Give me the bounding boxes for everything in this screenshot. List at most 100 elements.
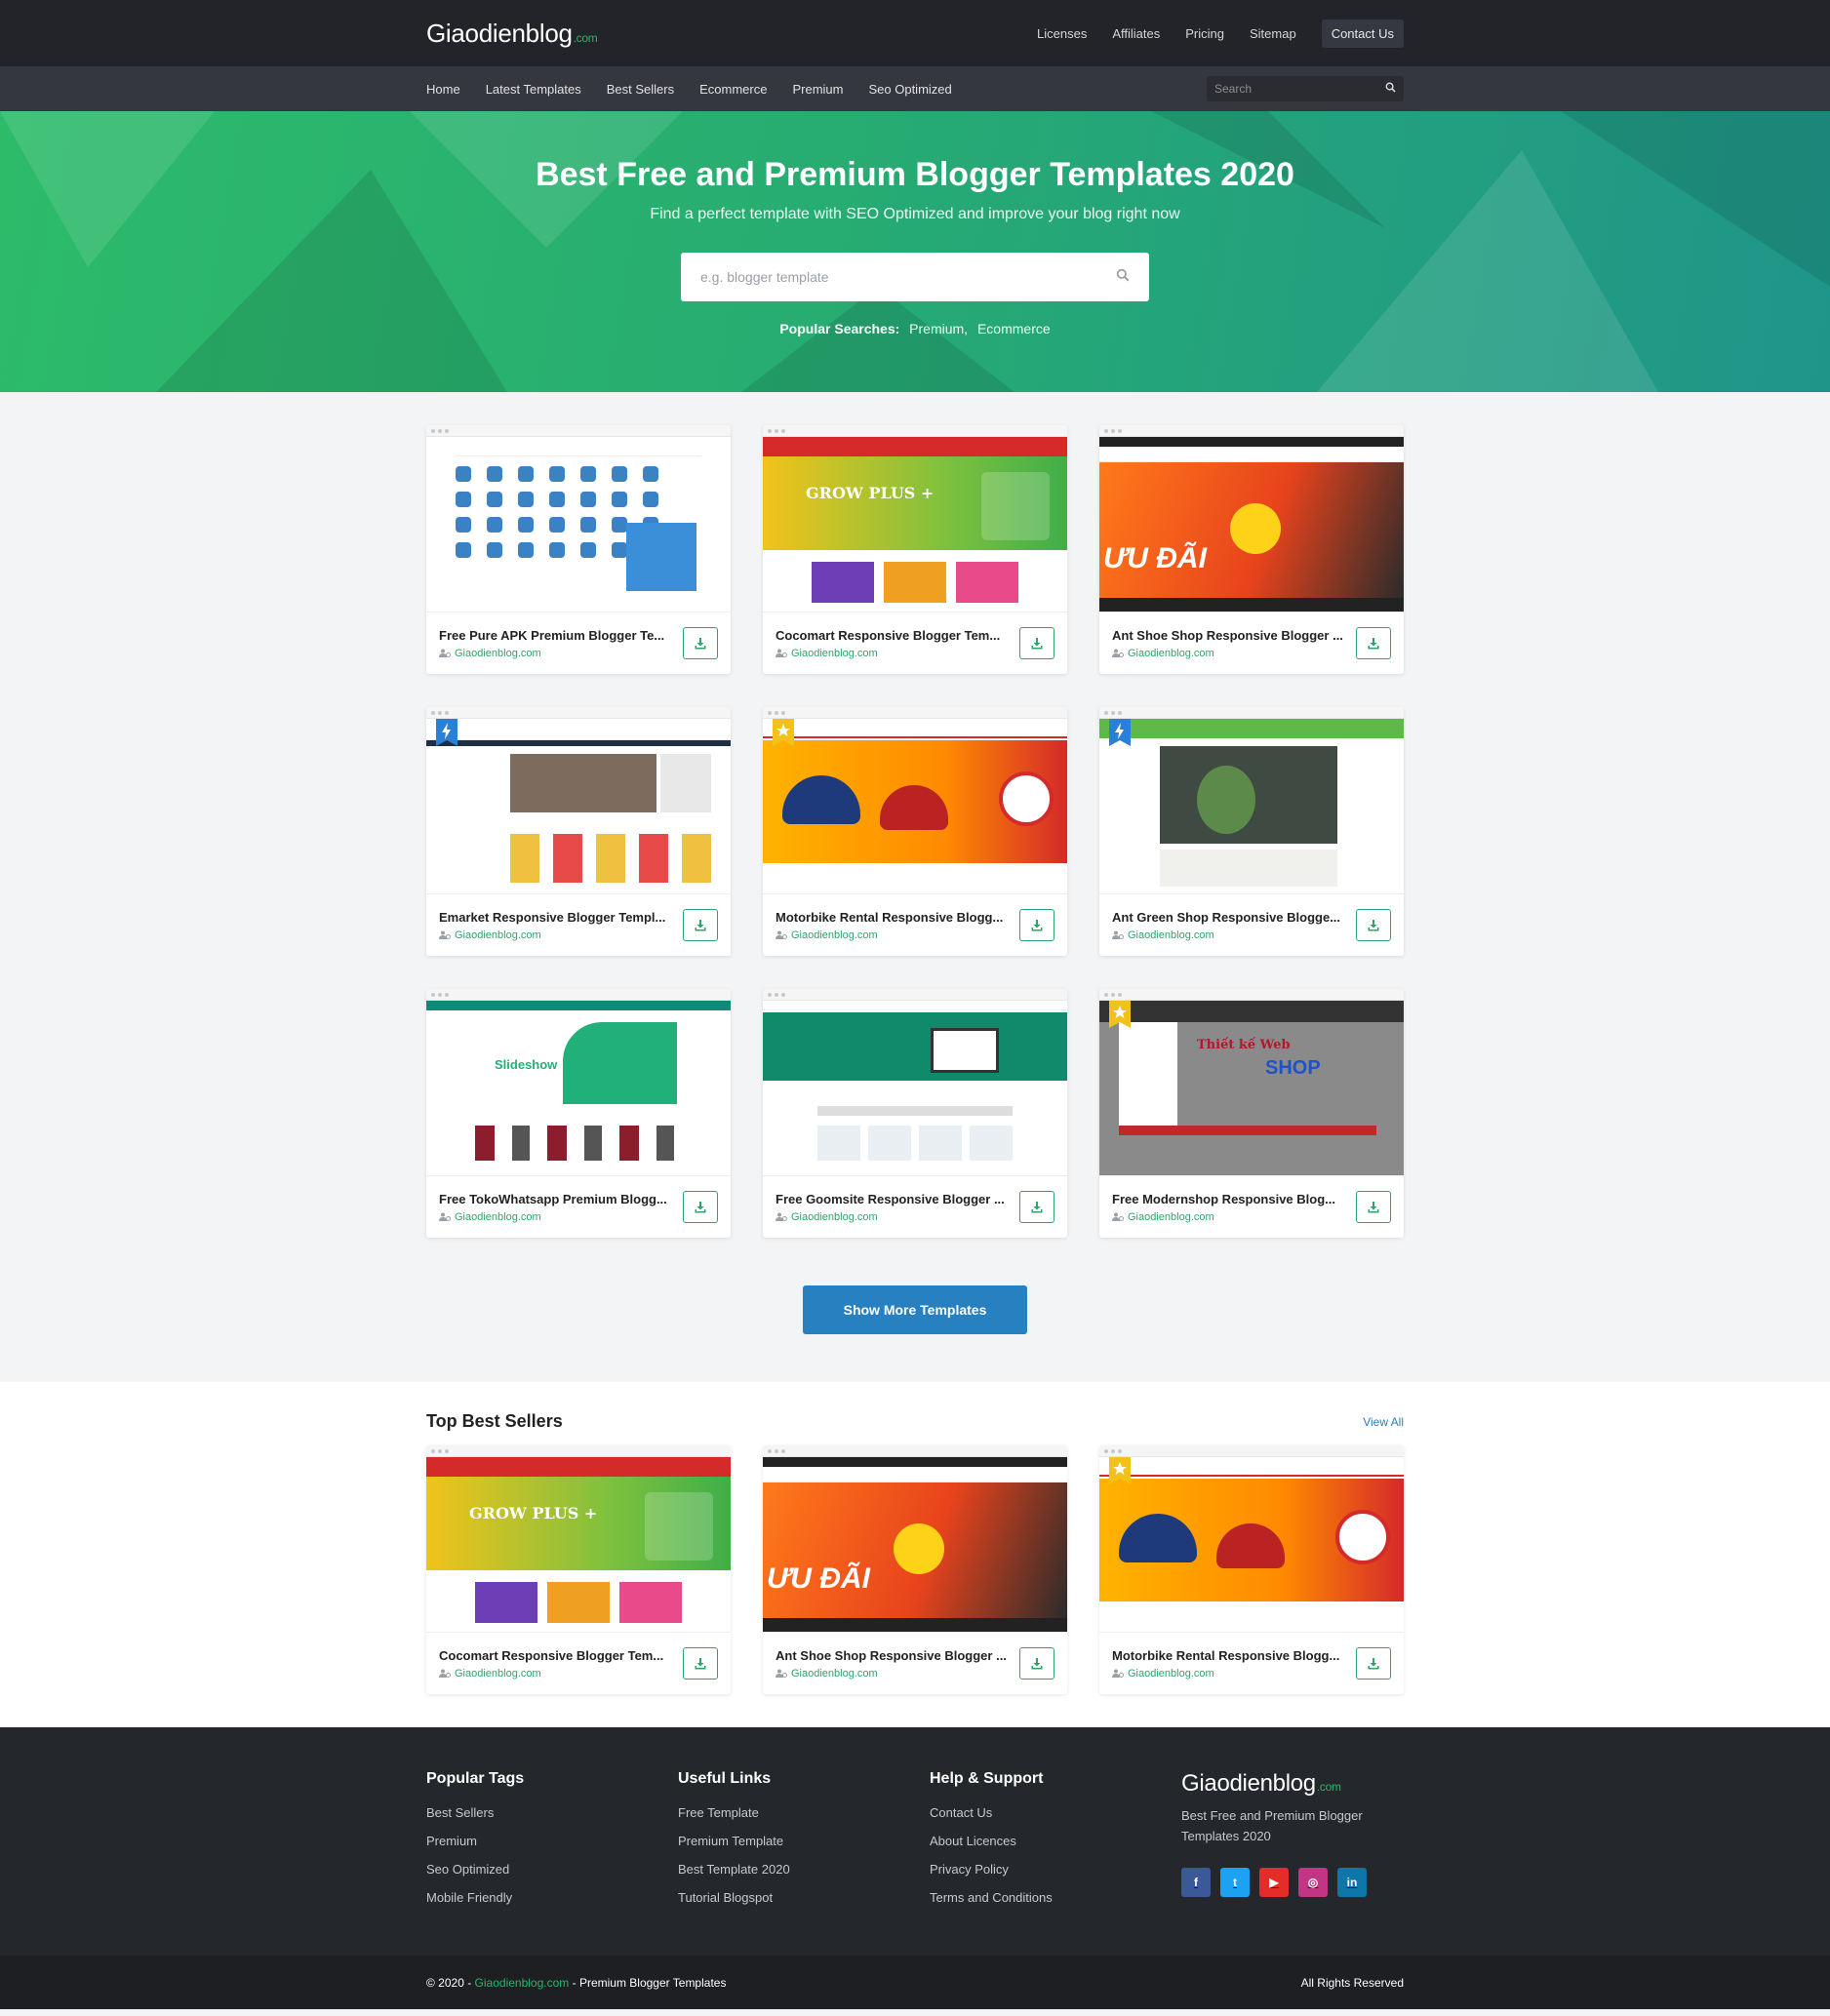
nav-best-sellers[interactable]: Best Sellers — [607, 82, 674, 97]
footer-link[interactable]: Best Template 2020 — [678, 1862, 930, 1877]
template-title[interactable]: Ant Green Shop Responsive Blogge... — [1112, 910, 1346, 925]
template-thumbnail[interactable]: Thiết kế Web SHOP — [1099, 989, 1404, 1176]
template-thumbnail[interactable] — [1099, 707, 1404, 894]
linkedin-icon[interactable]: in — [1337, 1868, 1367, 1897]
download-button[interactable] — [683, 627, 718, 659]
template-card[interactable]: ƯU ĐÃI Ant Shoe Shop Responsive Blogger … — [763, 1445, 1067, 1694]
template-thumbnail[interactable]: GROW PLUS + — [426, 1445, 731, 1633]
youtube-icon[interactable]: ▶ — [1259, 1868, 1289, 1897]
template-card[interactable]: Motorbike Rental Responsive Blogg... Gia… — [763, 707, 1067, 956]
footer-link[interactable]: Seo Optimized — [426, 1862, 678, 1877]
template-title[interactable]: Cocomart Responsive Blogger Tem... — [439, 1648, 673, 1663]
footer-logo[interactable]: Giaodienblog.com — [1181, 1770, 1404, 1798]
twitter-icon[interactable]: t — [1220, 1868, 1250, 1897]
template-author[interactable]: Giaodienblog.com — [439, 1668, 673, 1680]
download-button[interactable] — [1356, 627, 1391, 659]
template-author[interactable]: Giaodienblog.com — [1112, 648, 1346, 659]
search-icon[interactable] — [1116, 268, 1130, 287]
template-title[interactable]: Cocomart Responsive Blogger Tem... — [776, 628, 1010, 643]
topnav-licenses[interactable]: Licenses — [1037, 26, 1087, 41]
template-card[interactable]: GROW PLUS + Cocomart Responsive Blogger … — [426, 1445, 731, 1694]
template-title[interactable]: Free TokoWhatsapp Premium Blogg... — [439, 1192, 673, 1206]
download-button[interactable] — [1019, 909, 1054, 941]
template-thumbnail[interactable]: Slideshow — [426, 989, 731, 1176]
topnav-sitemap[interactable]: Sitemap — [1250, 26, 1296, 41]
template-card[interactable]: GROW PLUS + Cocomart Responsive Blogger … — [763, 425, 1067, 674]
template-title[interactable]: Ant Shoe Shop Responsive Blogger ... — [776, 1648, 1010, 1663]
template-thumbnail[interactable] — [763, 989, 1067, 1176]
nav-home[interactable]: Home — [426, 82, 460, 97]
template-card[interactable]: Thiết kế Web SHOP Free Modernshop Respons… — [1099, 989, 1404, 1238]
template-author[interactable]: Giaodienblog.com — [439, 648, 673, 659]
template-card[interactable]: Slideshow Free TokoWhatsapp Premium Blog… — [426, 989, 731, 1238]
nav-latest-templates[interactable]: Latest Templates — [486, 82, 581, 97]
template-title[interactable]: Ant Shoe Shop Responsive Blogger ... — [1112, 628, 1346, 643]
download-button[interactable] — [1019, 1647, 1054, 1680]
download-button[interactable] — [1019, 627, 1054, 659]
download-button[interactable] — [683, 1191, 718, 1223]
template-author[interactable]: Giaodienblog.com — [776, 648, 1010, 659]
template-meta: Motorbike Rental Responsive Blogg... Gia… — [776, 910, 1010, 941]
download-button[interactable] — [1019, 1191, 1054, 1223]
footer-link[interactable]: Tutorial Blogspot — [678, 1890, 930, 1905]
template-card[interactable]: Ant Green Shop Responsive Blogge... Giao… — [1099, 707, 1404, 956]
template-title[interactable]: Motorbike Rental Responsive Blogg... — [776, 910, 1010, 925]
template-card[interactable]: ƯU ĐÃI Ant Shoe Shop Responsive Blogger … — [1099, 425, 1404, 674]
template-author[interactable]: Giaodienblog.com — [439, 929, 673, 941]
template-author[interactable]: Giaodienblog.com — [1112, 929, 1346, 941]
popular-search-ecommerce[interactable]: Ecommerce — [977, 321, 1051, 336]
show-more-templates-button[interactable]: Show More Templates — [803, 1285, 1027, 1334]
topnav-affiliates[interactable]: Affiliates — [1112, 26, 1160, 41]
contact-us-button[interactable]: Contact Us — [1321, 19, 1404, 48]
download-button[interactable] — [1356, 1191, 1391, 1223]
template-title[interactable]: Free Modernshop Responsive Blog... — [1112, 1192, 1346, 1206]
template-thumbnail[interactable] — [763, 707, 1067, 894]
template-thumbnail[interactable] — [426, 425, 731, 613]
view-all-link[interactable]: View All — [1363, 1415, 1404, 1429]
template-thumbnail[interactable]: ƯU ĐÃI — [1099, 425, 1404, 613]
footer-link[interactable]: Best Sellers — [426, 1805, 678, 1820]
footer-link[interactable]: Privacy Policy — [930, 1862, 1181, 1877]
template-card[interactable]: Free Goomsite Responsive Blogger ... Gia… — [763, 989, 1067, 1238]
nav-ecommerce[interactable]: Ecommerce — [699, 82, 767, 97]
nav-seo-optimized[interactable]: Seo Optimized — [868, 82, 951, 97]
copyright-brand-link[interactable]: Giaodienblog.com — [475, 1976, 570, 1990]
template-card[interactable]: Emarket Responsive Blogger Templ... Giao… — [426, 707, 731, 956]
template-card[interactable]: Free Pure APK Premium Blogger Te... Giao… — [426, 425, 731, 674]
template-author[interactable]: Giaodienblog.com — [1112, 1211, 1346, 1223]
footer-link[interactable]: Contact Us — [930, 1805, 1181, 1820]
template-thumbnail[interactable]: GROW PLUS + — [763, 425, 1067, 613]
template-title[interactable]: Free Pure APK Premium Blogger Te... — [439, 628, 673, 643]
download-button[interactable] — [683, 909, 718, 941]
search-icon[interactable] — [1385, 80, 1396, 98]
template-thumbnail[interactable] — [426, 707, 731, 894]
template-title[interactable]: Motorbike Rental Responsive Blogg... — [1112, 1648, 1346, 1663]
template-author[interactable]: Giaodienblog.com — [776, 929, 1010, 941]
template-thumbnail[interactable] — [1099, 1445, 1404, 1633]
nav-search-input[interactable] — [1214, 82, 1371, 96]
footer-link[interactable]: About Licences — [930, 1834, 1181, 1848]
template-author[interactable]: Giaodienblog.com — [776, 1211, 1010, 1223]
footer-link[interactable]: Mobile Friendly — [426, 1890, 678, 1905]
template-title[interactable]: Free Goomsite Responsive Blogger ... — [776, 1192, 1010, 1206]
footer-link[interactable]: Premium — [426, 1834, 678, 1848]
download-button[interactable] — [1356, 1647, 1391, 1680]
facebook-icon[interactable]: f — [1181, 1868, 1211, 1897]
template-title[interactable]: Emarket Responsive Blogger Templ... — [439, 910, 673, 925]
template-card[interactable]: Motorbike Rental Responsive Blogg... Gia… — [1099, 1445, 1404, 1694]
hero-search-input[interactable] — [700, 269, 1091, 285]
nav-premium[interactable]: Premium — [792, 82, 843, 97]
download-button[interactable] — [683, 1647, 718, 1680]
template-author[interactable]: Giaodienblog.com — [439, 1211, 673, 1223]
site-logo[interactable]: Giaodienblog.com — [426, 19, 598, 49]
template-author[interactable]: Giaodienblog.com — [1112, 1668, 1346, 1680]
footer-link[interactable]: Free Template — [678, 1805, 930, 1820]
instagram-icon[interactable]: ◎ — [1298, 1868, 1328, 1897]
template-author[interactable]: Giaodienblog.com — [776, 1668, 1010, 1680]
footer-link[interactable]: Premium Template — [678, 1834, 930, 1848]
template-thumbnail[interactable]: ƯU ĐÃI — [763, 1445, 1067, 1633]
topnav-pricing[interactable]: Pricing — [1185, 26, 1224, 41]
popular-search-premium[interactable]: Premium, — [909, 321, 968, 336]
footer-link[interactable]: Terms and Conditions — [930, 1890, 1181, 1905]
download-button[interactable] — [1356, 909, 1391, 941]
